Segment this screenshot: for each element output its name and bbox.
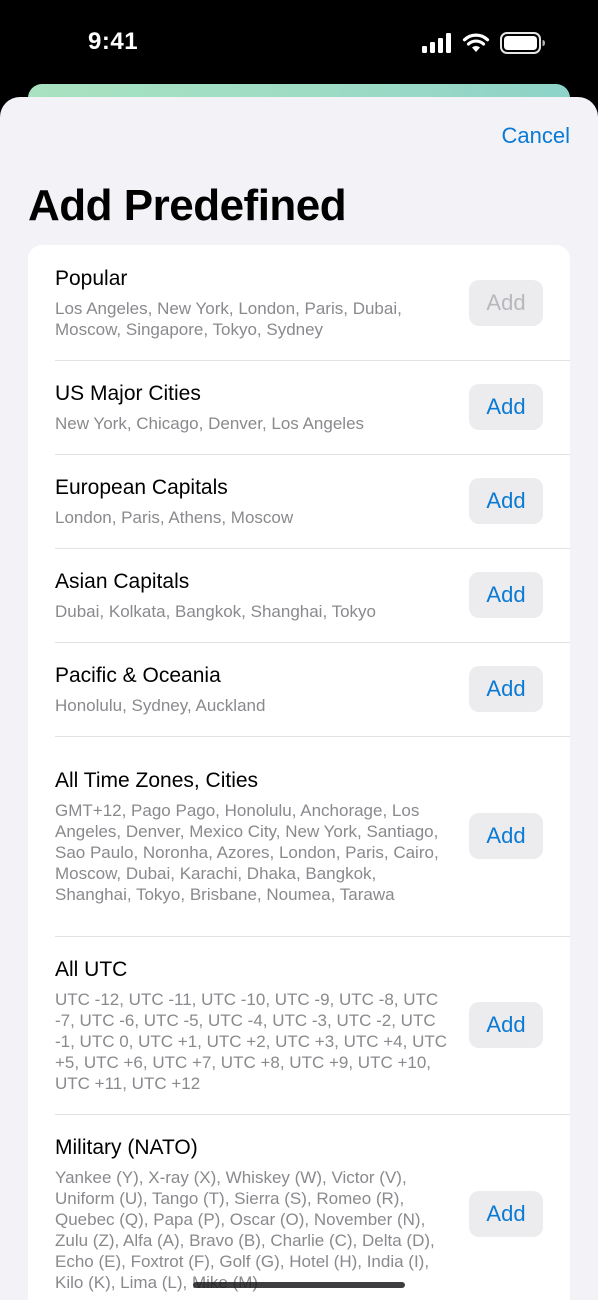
list-item-subtitle: Honolulu, Sydney, Auckland	[55, 695, 266, 715]
list-item-subtitle: Yankee (Y), X-ray (X), Whiskey (W), Vict…	[55, 1168, 435, 1292]
list-item-text: European Capitals London, Paris, Athens,…	[55, 475, 469, 528]
list-item-title: Popular	[55, 266, 128, 290]
list-item-title: All UTC	[55, 957, 128, 981]
list-item: European Capitals London, Paris, Athens,…	[28, 454, 570, 548]
list-item-text: Popular Los Angeles, New York, London, P…	[55, 266, 469, 340]
cellular-signal-icon	[422, 33, 452, 58]
add-button-european-capitals[interactable]: Add	[469, 478, 543, 524]
predefined-list: Popular Los Angeles, New York, London, P…	[28, 245, 570, 1300]
add-button-us-major-cities[interactable]: Add	[469, 384, 543, 430]
page-title: Add Predefined	[28, 181, 347, 230]
list-item: Military (NATO) Yankee (Y), X-ray (X), W…	[28, 1114, 570, 1300]
list-item-subtitle: Los Angeles, New York, London, Paris, Du…	[55, 298, 402, 339]
add-button-military-nato[interactable]: Add	[469, 1191, 543, 1237]
list-item-subtitle: London, Paris, Athens, Moscow	[55, 507, 294, 527]
list-item-subtitle: Dubai, Kolkata, Bangkok, Shanghai, Tokyo	[55, 601, 377, 621]
list-item-title: Military (NATO)	[55, 1136, 198, 1159]
list-item-text: Military (NATO) Yankee (Y), X-ray (X), W…	[55, 1135, 469, 1293]
add-button-all-utc[interactable]: Add	[469, 1002, 543, 1048]
list-item: US Major Cities New York, Chicago, Denve…	[28, 360, 570, 454]
status-bar: 9:41	[0, 0, 598, 88]
list-item: All UTC UTC -12, UTC -11, UTC -10, UTC -…	[28, 936, 570, 1114]
list-item-subtitle: UTC -12, UTC -11, UTC -10, UTC -9, UTC -…	[55, 989, 448, 1093]
add-predefined-sheet: Cancel Add Predefined Popular Los Angele…	[0, 97, 598, 1300]
screen: 9:41 Cancel Add Predefined Popular Los A…	[0, 0, 598, 1300]
list-item-title: Asian Capitals	[55, 569, 190, 593]
add-button-asian-capitals[interactable]: Add	[469, 572, 543, 618]
list-item-text: US Major Cities New York, Chicago, Denve…	[55, 381, 469, 434]
list-item-text: Pacific & Oceania Honolulu, Sydney, Auck…	[55, 663, 469, 716]
status-icons	[422, 32, 546, 59]
list-item-title: US Major Cities	[55, 381, 201, 405]
list-item-title: European Capitals	[55, 475, 228, 499]
list-item: All Time Zones, Cities GMT+12, Pago Pago…	[28, 736, 570, 936]
list-item-text: Asian Capitals Dubai, Kolkata, Bangkok, …	[55, 569, 469, 622]
home-indicator[interactable]	[193, 1282, 405, 1288]
wifi-icon	[462, 33, 490, 58]
list-item: Pacific & Oceania Honolulu, Sydney, Auck…	[28, 642, 570, 736]
list-item: Asian Capitals Dubai, Kolkata, Bangkok, …	[28, 548, 570, 642]
cancel-button[interactable]: Cancel	[502, 123, 570, 149]
list-item-text: All Time Zones, Cities GMT+12, Pago Pago…	[55, 768, 469, 905]
list-item-subtitle: GMT+12, Pago Pago, Honolulu, Anchorage, …	[55, 800, 439, 904]
list-item: Popular Los Angeles, New York, London, P…	[28, 245, 570, 360]
battery-icon	[500, 32, 546, 59]
add-button-pacific-oceania[interactable]: Add	[469, 666, 543, 712]
add-button-all-time-zones[interactable]: Add	[469, 813, 543, 859]
list-item-subtitle: New York, Chicago, Denver, Los Angeles	[55, 413, 365, 433]
status-time: 9:41	[88, 28, 139, 55]
list-item-text: All UTC UTC -12, UTC -11, UTC -10, UTC -…	[55, 957, 469, 1094]
list-item-title: Pacific & Oceania	[55, 663, 221, 687]
add-button-popular[interactable]: Add	[469, 279, 543, 326]
list-item-title: All Time Zones, Cities	[55, 768, 259, 792]
